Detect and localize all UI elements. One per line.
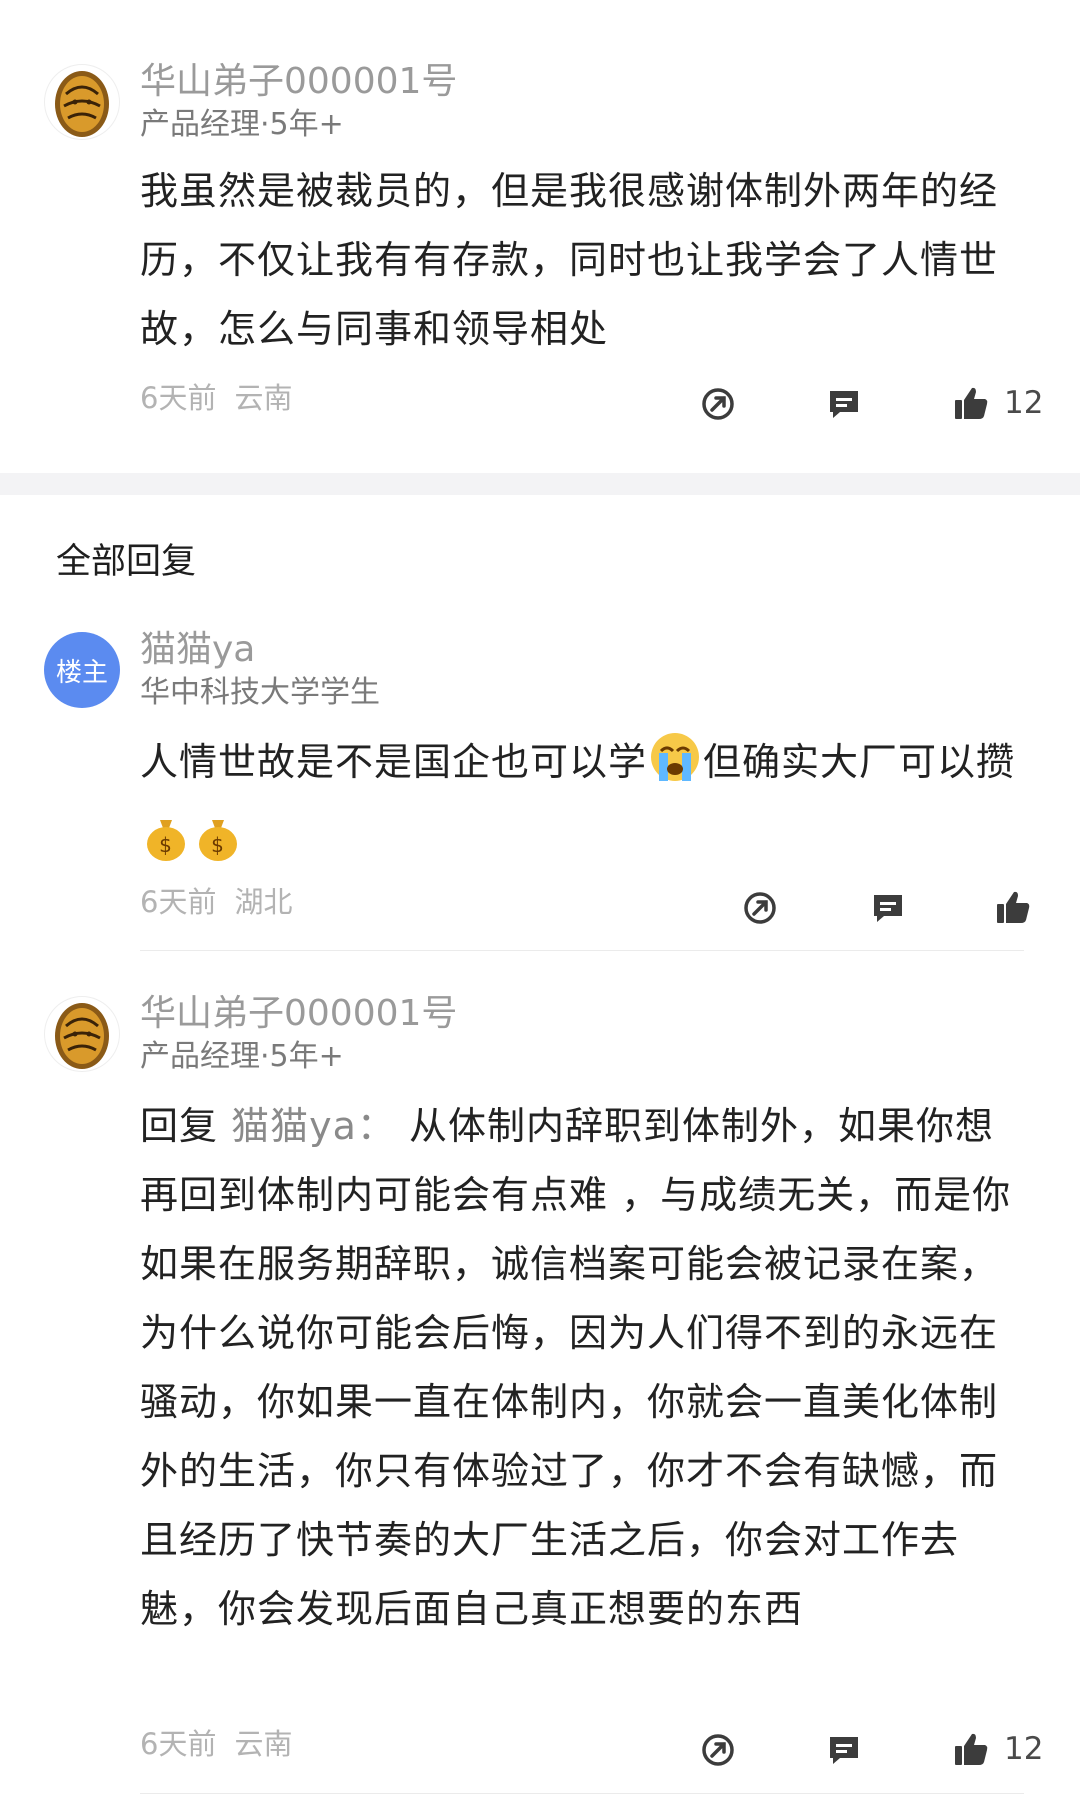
share-button[interactable] — [700, 1732, 736, 1772]
comment-time: 6天前 — [140, 381, 217, 415]
loudly-crying-face-emoji — [647, 729, 703, 807]
comment-button[interactable] — [826, 1732, 862, 1772]
comment-button[interactable] — [870, 890, 906, 930]
like-count: 12 — [1004, 1731, 1044, 1767]
like-button[interactable]: 12 — [952, 384, 1043, 422]
divider — [140, 1793, 1024, 1794]
comment-button[interactable] — [826, 386, 862, 426]
avatar[interactable] — [44, 996, 120, 1072]
tiger-egg-avatar-image — [55, 71, 109, 137]
replies-section-title: 全部回复 — [56, 542, 197, 582]
tiger-egg-avatar-image — [55, 1003, 109, 1069]
thumbs-up-icon — [955, 1733, 988, 1765]
money-bag-emoji: $ — [192, 812, 244, 886]
author-title: 产品经理·5年+ — [140, 107, 344, 142]
reply-prefix: 回复 — [140, 1104, 219, 1148]
section-separator — [0, 473, 1080, 495]
share-icon — [744, 892, 776, 924]
reply-meta: 6天前 湖北 — [140, 884, 292, 920]
like-count: 12 — [1004, 385, 1044, 421]
reply-to-user[interactable]: 猫猫ya： — [231, 1104, 396, 1148]
reply-location: 云南 — [234, 1727, 293, 1761]
author-title: 华中科技大学学生 — [140, 675, 380, 710]
reply-text-part1: 人情世故是不是国企也可以学 — [140, 740, 648, 784]
author-title: 产品经理·5年+ — [140, 1039, 344, 1074]
avatar[interactable]: 楼主 — [44, 632, 120, 708]
money-bag-emoji: $ — [140, 812, 192, 886]
author-name[interactable]: 猫猫ya — [140, 628, 255, 672]
svg-text:$: $ — [211, 833, 225, 857]
comment-icon — [830, 391, 858, 418]
share-icon — [702, 1734, 734, 1766]
share-icon — [702, 388, 734, 420]
thumbs-up-icon — [997, 891, 1030, 923]
comment-content: 我虽然是被裁员的，但是我很感谢体制外两年的经历，不仅让我有有存款，同时也让我学会… — [140, 169, 999, 351]
comment-icon — [874, 895, 902, 922]
reply-text-part2: 但确实大厂可以攒 — [703, 740, 1016, 784]
reply-time: 6天前 — [140, 885, 217, 919]
reply-text: 从体制内辞职到体制外，如果你想再回到体制内可能会有点难 ，与成绩无关，而是你如果… — [140, 1104, 1012, 1631]
op-badge: 楼主 — [55, 657, 108, 688]
reply-meta: 6天前 云南 — [140, 1726, 292, 1762]
comment-location: 云南 — [234, 381, 293, 415]
like-button[interactable] — [994, 888, 1032, 930]
reply-content: 人情世故是不是国企也可以学 但确实大厂可以攒 $ $ — [140, 728, 1022, 886]
reply-location: 湖北 — [234, 885, 293, 919]
like-button[interactable]: 12 — [952, 1730, 1043, 1768]
author-name[interactable]: 华山弟子000001号 — [140, 992, 457, 1036]
comment-icon — [830, 1737, 858, 1764]
reply-content: 回复 猫猫ya： 从体制内辞职到体制外，如果你想再回到体制内可能会有点难 ，与成… — [140, 1092, 1022, 1644]
share-button[interactable] — [742, 890, 778, 930]
thumbs-up-icon — [955, 387, 988, 419]
svg-text:$: $ — [159, 833, 173, 857]
divider — [140, 950, 1024, 951]
comment-meta: 6天前 云南 — [140, 380, 292, 416]
share-button[interactable] — [700, 386, 736, 426]
avatar[interactable] — [44, 64, 120, 140]
reply-time: 6天前 — [140, 1727, 217, 1761]
author-name[interactable]: 华山弟子000001号 — [140, 60, 457, 104]
